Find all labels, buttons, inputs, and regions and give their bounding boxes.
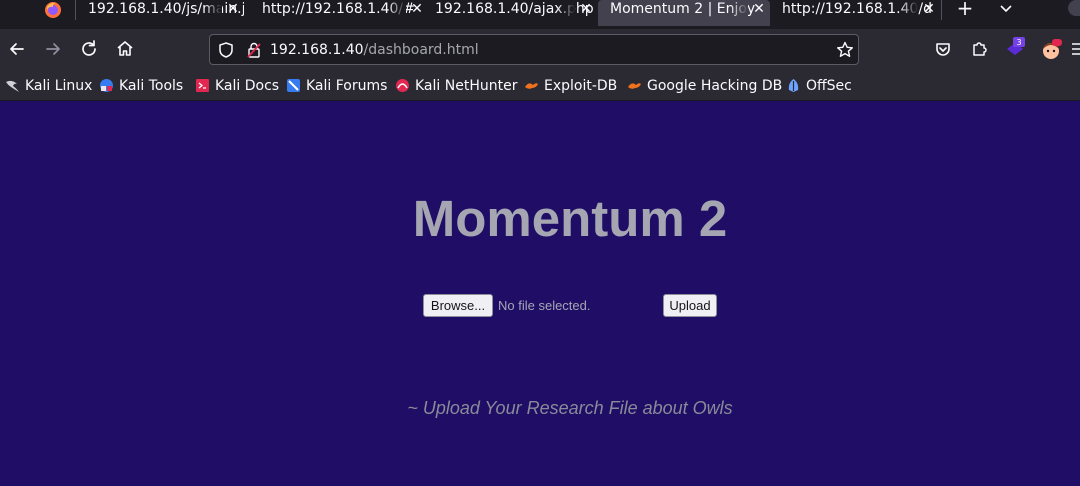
bookmark-label: Kali Forums — [306, 78, 388, 94]
insecure-lock-icon[interactable] — [245, 41, 263, 59]
file-selection-status: No file selected. — [498, 298, 591, 313]
kali-forums-icon — [287, 79, 300, 92]
tab-strip: 192.168.1.40/js/main.js ✕ http://192.168… — [0, 0, 1080, 29]
chevron-down-icon[interactable] — [996, 0, 1016, 18]
window-control-button[interactable] — [1068, 0, 1080, 16]
upload-button[interactable]: Upload — [663, 294, 717, 317]
close-icon[interactable]: ✕ — [922, 0, 936, 18]
firefox-icon[interactable] — [44, 1, 62, 19]
extensions-puzzle-icon[interactable] — [967, 37, 991, 61]
kali-docs-icon — [196, 79, 209, 92]
tab-momentum-active[interactable]: Momentum 2 | Enjoy ✕ — [598, 0, 770, 26]
nav-toolbar: 192.168.1.40/dashboard.html 3 — [0, 29, 1080, 72]
close-icon[interactable]: ✕ — [226, 0, 240, 18]
bookmark-label: Kali Linux — [25, 78, 93, 94]
kali-linux-icon — [6, 80, 19, 92]
bookmark-star-icon[interactable] — [835, 40, 855, 60]
url-host: 192.168.1.40 — [270, 42, 364, 58]
home-icon[interactable] — [113, 37, 137, 61]
reload-icon[interactable] — [77, 37, 101, 61]
close-icon[interactable]: ✕ — [410, 0, 424, 18]
close-icon[interactable]: ✕ — [752, 0, 766, 18]
offsec-icon — [788, 79, 799, 92]
bookmark-label: Exploit-DB — [544, 78, 618, 94]
bookmark-label: Google Hacking DB — [647, 78, 783, 94]
tab-ajax[interactable]: 192.168.1.40/ajax.php ✕ — [423, 0, 597, 22]
back-arrow-icon[interactable] — [5, 37, 29, 61]
tab-hash[interactable]: http://192.168.1.40/# ✕ — [250, 0, 428, 22]
kali-tools-icon — [100, 79, 113, 92]
page-title: Momentum 2 — [412, 190, 728, 247]
bookmark-label: Kali NetHunter — [415, 78, 518, 94]
forward-arrow-icon[interactable] — [41, 37, 65, 61]
url-text[interactable]: 192.168.1.40/dashboard.html — [270, 41, 479, 59]
tab-d[interactable]: http://192.168.1.40/d ✕ — [770, 0, 940, 22]
bookmarks-toolbar: Kali Linux Kali Tools Kali Docs Kali For… — [0, 72, 1080, 101]
google-hacking-db-icon — [628, 83, 641, 89]
kali-nethunter-icon — [396, 79, 409, 92]
pocket-icon[interactable] — [931, 37, 955, 61]
extension-badge-count: 3 — [1016, 38, 1021, 47]
exploit-db-icon — [525, 83, 538, 89]
extension-badge-icon[interactable]: 3 — [1003, 37, 1027, 61]
bookmark-label: OffSec — [806, 78, 852, 94]
tab-main-js[interactable]: 192.168.1.40/js/main.js ✕ — [76, 0, 244, 22]
new-tab-button[interactable]: + — [955, 0, 975, 18]
address-bar[interactable]: 192.168.1.40/dashboard.html — [209, 34, 859, 65]
page-content: Momentum 2 Browse... No file selected. U… — [0, 101, 1080, 486]
tracking-protection-shield-icon[interactable] — [217, 41, 235, 59]
browse-file-button[interactable]: Browse... — [423, 294, 493, 317]
profile-avatar-icon[interactable] — [1039, 37, 1063, 61]
menu-hamburger-icon[interactable] — [1068, 37, 1080, 61]
bookmark-label: Kali Tools — [119, 78, 184, 94]
upload-instructions: ~ Upload Your Research File about Owls — [407, 398, 733, 418]
close-icon[interactable]: ✕ — [579, 0, 593, 18]
bookmark-label: Kali Docs — [215, 78, 280, 94]
url-path: /dashboard.html — [363, 42, 479, 58]
